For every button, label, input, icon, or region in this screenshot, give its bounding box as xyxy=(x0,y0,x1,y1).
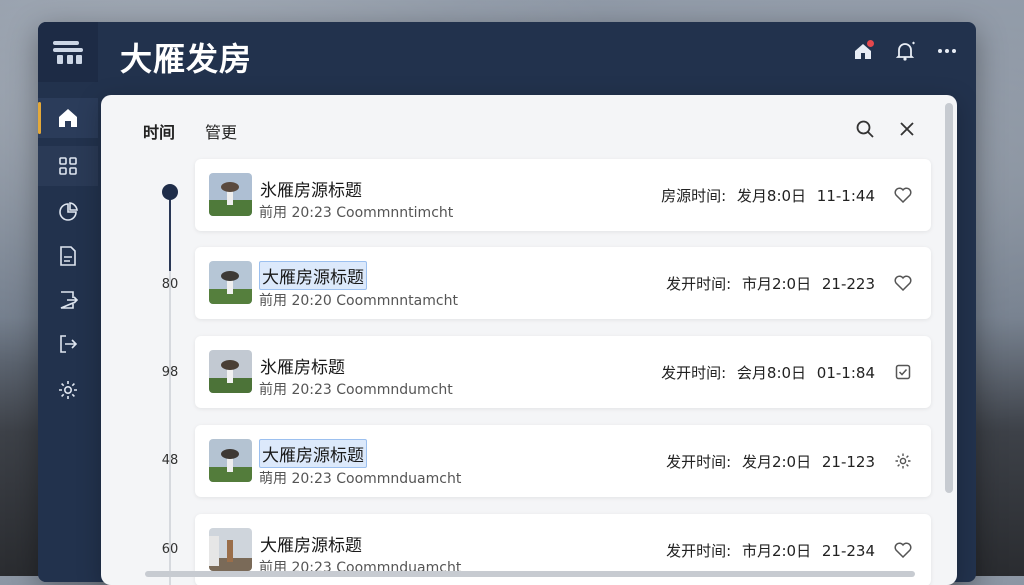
app-logo-icon xyxy=(38,22,98,82)
list-item[interactable]: 氷雁房标题 前用 20:23 Coommndumcht 发开时间: 会月8:0日… xyxy=(195,336,931,408)
card-title: 大雁房源标题 xyxy=(259,261,367,290)
activity-panel: 时间 管更 80 98 48 60 氷雁房源标题 前用 20:23 Coommn… xyxy=(101,95,957,585)
list-item[interactable]: 氷雁房源标题 前用 20:23 Coommnntimcht 房源时间: 发月8:… xyxy=(195,159,931,231)
document-icon[interactable] xyxy=(38,236,98,276)
thumbnail-image xyxy=(209,350,252,393)
vertical-scrollbar[interactable] xyxy=(945,103,953,493)
timeline-label: 48 xyxy=(161,453,179,468)
thumbnail-image xyxy=(209,528,252,571)
tab-manage[interactable]: 管更 xyxy=(205,119,237,143)
gear-icon[interactable] xyxy=(893,451,913,471)
checkbox-icon[interactable] xyxy=(893,362,913,382)
tab-time[interactable]: 时间 xyxy=(143,119,175,143)
timeline-label: 80 xyxy=(161,277,179,292)
close-icon[interactable] xyxy=(897,119,917,139)
search-icon[interactable] xyxy=(855,119,875,139)
home-icon[interactable] xyxy=(38,98,98,138)
list-item[interactable]: 大雁房源标题 萌用 20:23 Coommnduamcht 发开时间: 发月2:… xyxy=(195,425,931,497)
card-subtitle: 前用 20:20 Coommnntamcht xyxy=(259,293,458,309)
horizontal-scrollbar[interactable] xyxy=(145,571,915,577)
heart-icon[interactable] xyxy=(893,540,913,560)
more-icon[interactable] xyxy=(934,38,960,64)
timeline-label: 60 xyxy=(161,542,179,557)
card-time: 发开时间: 会月8:0日 01-1:84 xyxy=(661,364,875,382)
header: 大雁发房 xyxy=(38,22,976,92)
heart-icon[interactable] xyxy=(893,273,913,293)
card-time: 发开时间: 市月2:0日 21-234 xyxy=(666,542,875,560)
chart-icon[interactable] xyxy=(38,192,98,232)
thumbnail-image xyxy=(209,261,252,304)
app-title: 大雁发房 xyxy=(120,40,253,78)
card-time: 发开时间: 发月2:0日 21-123 xyxy=(666,453,875,471)
list-item[interactable]: 大雁房源标题 前用 20:20 Coommnntamcht 发开时间: 市月2:… xyxy=(195,247,931,319)
home-alert-icon[interactable] xyxy=(850,38,876,64)
thumbnail-image xyxy=(209,439,252,482)
card-time: 发开时间: 市月2:0日 21-223 xyxy=(666,275,875,293)
timeline-label: 98 xyxy=(161,365,179,380)
timeline xyxy=(169,191,171,585)
settings-icon[interactable] xyxy=(38,370,98,410)
grid-icon[interactable] xyxy=(38,146,98,186)
timeline-dot xyxy=(162,184,178,200)
card-title: 氷雁房源标题 xyxy=(260,181,362,201)
notification-badge xyxy=(867,40,874,47)
card-title: 大雁房源标题 xyxy=(260,536,362,556)
card-title: 大雁房源标题 xyxy=(259,439,367,468)
bell-icon[interactable] xyxy=(892,38,918,64)
export-icon[interactable] xyxy=(38,280,98,320)
card-title: 氷雁房标题 xyxy=(260,358,345,378)
card-subtitle: 前用 20:23 Coommndumcht xyxy=(259,382,453,398)
card-subtitle: 萌用 20:23 Coommnduamcht xyxy=(259,471,462,487)
thumbnail-image xyxy=(209,173,252,216)
sidebar xyxy=(38,94,98,582)
card-subtitle: 前用 20:23 Coommnntimcht xyxy=(259,205,454,221)
logout-icon[interactable] xyxy=(38,324,98,364)
heart-icon[interactable] xyxy=(893,185,913,205)
card-time: 房源时间: 发月8:0日 11-1:44 xyxy=(661,187,875,205)
